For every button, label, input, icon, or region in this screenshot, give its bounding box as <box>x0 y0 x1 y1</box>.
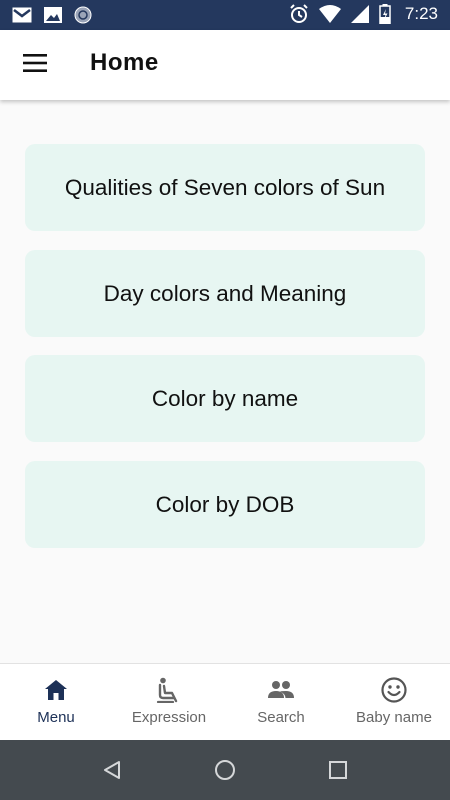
card-label: Color by DOB <box>155 491 295 517</box>
card-day-colors-and-meaning[interactable]: Day colors and Meaning <box>25 250 425 337</box>
nav-item-menu[interactable]: Menu <box>0 664 112 741</box>
nav-label-menu: Menu <box>37 709 75 726</box>
page-title: Home <box>90 49 159 76</box>
nav-item-search[interactable]: Search <box>225 664 337 741</box>
recents-icon[interactable] <box>326 758 350 782</box>
sync-icon <box>74 6 92 24</box>
main-content: Qualities of Seven colors of Sun Day col… <box>0 100 450 663</box>
card-qualities-of-seven-colors[interactable]: Qualities of Seven colors of Sun <box>25 144 425 231</box>
signal-icon <box>350 5 369 23</box>
card-label: Day colors and Meaning <box>103 280 347 306</box>
home-circle-icon[interactable] <box>213 758 237 782</box>
system-navigation-bar <box>0 740 450 800</box>
alarm-icon <box>289 4 309 24</box>
back-icon[interactable] <box>100 758 124 782</box>
nav-label-expression: Expression <box>131 709 207 726</box>
status-notifications <box>12 6 92 24</box>
menu-button[interactable] <box>14 47 56 83</box>
image-icon <box>44 7 62 23</box>
nav-label-search: Search <box>257 709 305 726</box>
battery-icon <box>379 4 391 24</box>
card-label: Qualities of Seven colors of Sun <box>64 174 386 200</box>
card-color-by-name[interactable]: Color by name <box>25 355 425 442</box>
nav-item-expression[interactable]: Expression <box>113 664 225 741</box>
hamburger-menu-icon <box>23 53 47 77</box>
nav-label-baby-name: Baby name <box>356 709 432 726</box>
card-label: Color by name <box>151 385 299 411</box>
seat-icon <box>156 676 182 704</box>
gmail-icon <box>12 7 32 23</box>
home-icon <box>44 676 68 704</box>
bottom-navigation: Menu Expression Search Baby name <box>0 663 450 741</box>
nav-item-baby-name[interactable]: Baby name <box>338 664 450 741</box>
card-color-by-dob[interactable]: Color by DOB <box>25 461 425 548</box>
status-system-icons: 7:23 <box>289 4 438 24</box>
app-bar: Home <box>0 30 450 100</box>
smiley-icon <box>381 676 407 704</box>
status-bar: 7:23 <box>0 0 450 30</box>
wifi-icon <box>318 5 341 23</box>
status-time: 7:23 <box>404 4 438 23</box>
people-icon <box>267 676 295 704</box>
